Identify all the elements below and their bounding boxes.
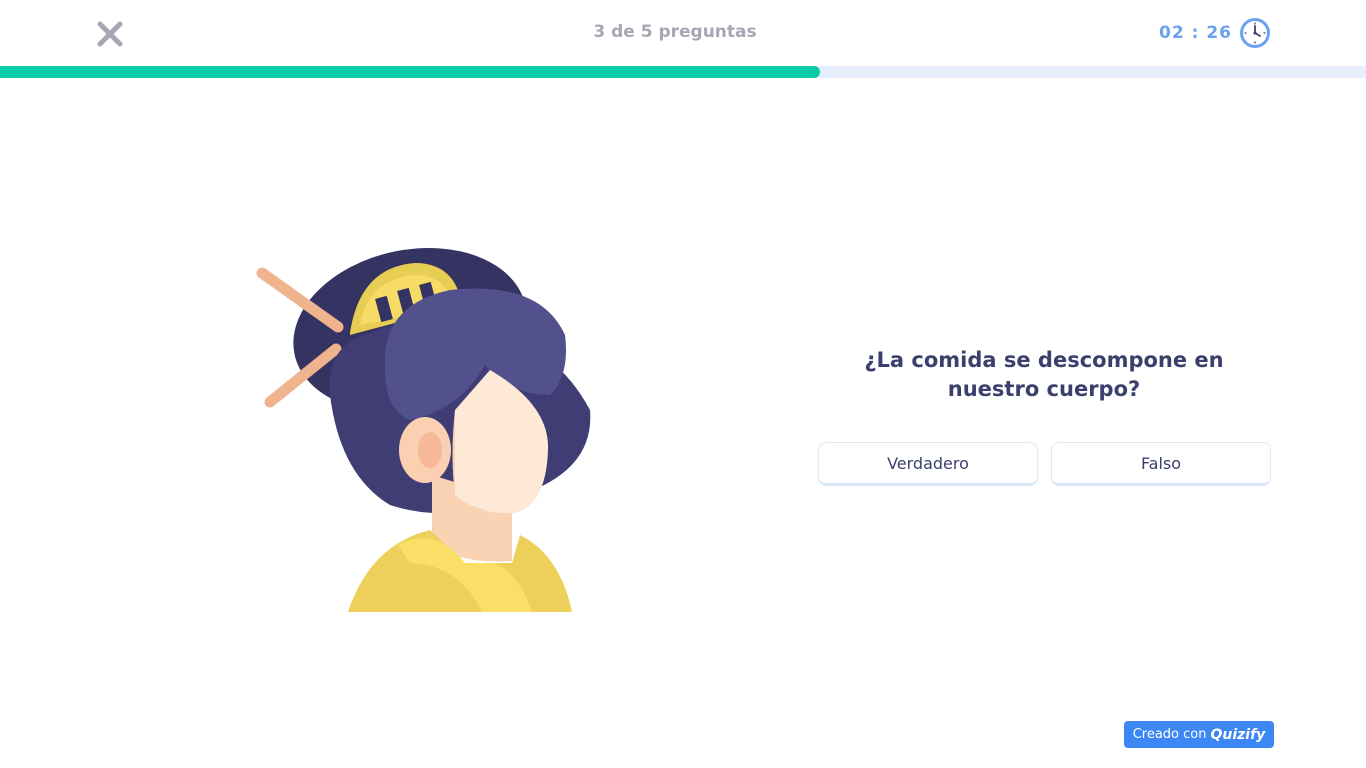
- question-text: ¿La comida se descompone en nuestro cuer…: [864, 348, 1224, 401]
- header: 3 de 5 preguntas 02 : 26: [0, 0, 1366, 66]
- quiz-page: 3 de 5 preguntas 02 : 26 ¿La comida se d…: [0, 0, 1366, 768]
- progress-bar: [0, 66, 1366, 78]
- badge-prefix: Creado con: [1132, 727, 1207, 742]
- timer-text: 02 : 26: [1159, 23, 1232, 43]
- answer-true-button[interactable]: Verdadero: [818, 442, 1038, 486]
- question-progress-text: 3 de 5 preguntas: [593, 22, 757, 42]
- answer-options: Verdadero Falso: [818, 442, 1271, 486]
- badge-brand: Quizify: [1210, 726, 1266, 743]
- progress-bar-fill: [0, 66, 820, 78]
- created-with-quizify-badge[interactable]: Creado con Quizify: [1124, 721, 1274, 748]
- timer: 02 : 26: [1159, 16, 1272, 50]
- clock-icon: [1240, 18, 1270, 48]
- answer-false-button[interactable]: Falso: [1051, 442, 1271, 486]
- geisha-woman-illustration: [250, 245, 595, 615]
